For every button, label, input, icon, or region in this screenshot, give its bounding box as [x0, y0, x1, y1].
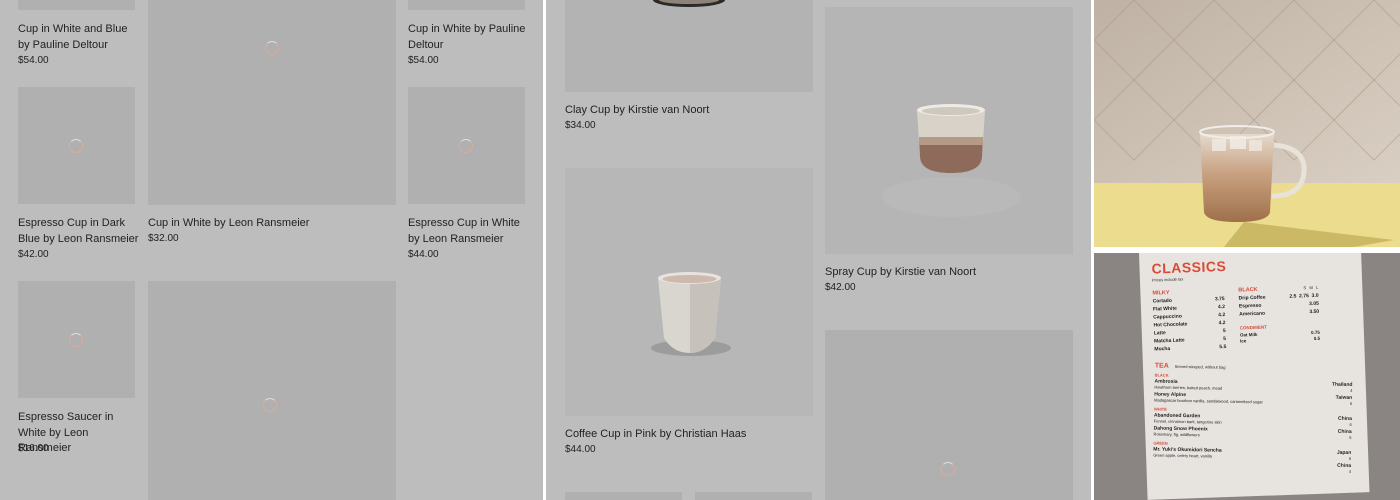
product-title[interactable]: Cup in White and Blue by Pauline Deltour: [18, 22, 138, 53]
menu-section-label: TEA: [1154, 362, 1169, 370]
product-price: $34.00: [565, 120, 596, 131]
product-image[interactable]: [565, 492, 682, 500]
menu-board: CLASSICS Prices include tax MILKY Cortad…: [1139, 253, 1370, 500]
loading-spinner-icon: [459, 139, 473, 153]
menu-section-label: MILKY: [1152, 289, 1170, 297]
product-image[interactable]: [408, 0, 525, 10]
product-title[interactable]: Spray Cup by Kirstie van Noort: [825, 265, 1065, 281]
menu-milky-column: MILKY Cortado 3.75 Flat White 4.2 Cappucci…: [1152, 288, 1227, 353]
loading-spinner-icon: [263, 398, 277, 412]
menu-black-column: BLACK S M L Drip Coffee 2.5 2.75 3.0 Espr…: [1238, 285, 1320, 350]
iced-latte-image: [1094, 0, 1400, 247]
shop-grid-panel-middle: Clay Cup by Kirstie van Noort $34.00 Spr…: [546, 0, 1091, 500]
product-title[interactable]: Cup in White by Leon Ransmeier: [148, 216, 388, 232]
loading-spinner-icon: [941, 462, 955, 476]
product-price: $54.00: [18, 55, 49, 66]
menu-note: Served steeped, without bag: [1174, 363, 1226, 370]
product-price: $32.00: [148, 233, 179, 244]
menu-row: Mocha 5.5: [1154, 344, 1227, 353]
menu-coffee-section: MILKY Cortado 3.75 Flat White 4.2 Cappucci…: [1152, 284, 1352, 353]
product-price: $42.00: [825, 282, 856, 293]
product-image[interactable]: [18, 0, 135, 10]
clay-cup-image: [653, 0, 725, 7]
loading-spinner-icon: [69, 139, 83, 153]
menu-sizes: S M L: [1303, 284, 1319, 291]
coffee-cup-image: [651, 272, 731, 356]
product-image[interactable]: [148, 0, 396, 205]
shop-grid-panel-left: Cup in White and Blue by Pauline Deltour…: [0, 0, 543, 500]
product-price: $44.00: [565, 444, 596, 455]
product-title[interactable]: Cup in White by Pauline Deltour: [408, 22, 528, 53]
product-title[interactable]: Clay Cup by Kirstie van Noort: [565, 103, 805, 119]
menu-row: Matcha Latte 5: [1153, 336, 1227, 345]
menu-section-label: BLACK: [1238, 286, 1258, 294]
spray-cup-image: [881, 104, 1021, 217]
loading-spinner-icon: [265, 41, 279, 55]
product-image[interactable]: [18, 87, 135, 204]
product-price: $42.00: [18, 249, 49, 260]
product-title[interactable]: Espresso Cup in White by Leon Ransmeier: [408, 216, 530, 247]
product-image-spray-cup[interactable]: [825, 7, 1073, 254]
product-price: $16.00: [18, 443, 49, 454]
menu-row: Americano 3.50: [1239, 308, 1320, 318]
photo-panel-right: CLASSICS Prices include tax MILKY Cortad…: [1094, 0, 1400, 500]
product-image[interactable]: [148, 281, 396, 500]
product-image-coffee-cup[interactable]: [565, 168, 813, 416]
cafe-menu-photo: CLASSICS Prices include tax MILKY Cortad…: [1094, 253, 1400, 500]
menu-row: Flat White 4.2: [1152, 304, 1226, 313]
product-image[interactable]: [695, 492, 812, 500]
menu-row: Hot Chocolate 4.2: [1153, 320, 1226, 329]
iced-latte-photo: [1094, 0, 1400, 247]
menu-row: Latte 5: [1153, 328, 1226, 337]
menu-row: Cortado 3.75: [1152, 296, 1225, 305]
product-price: $44.00: [408, 249, 439, 260]
menu-tea-section: TEA Served steeped, without bag BLACK Am…: [1153, 363, 1353, 474]
product-image[interactable]: [18, 281, 135, 398]
product-title[interactable]: Espresso Cup in Dark Blue by Leon Ransme…: [18, 216, 140, 247]
loading-spinner-icon: [69, 333, 83, 347]
product-image-clay-cup[interactable]: [565, 0, 813, 92]
menu-row: Cappuccino 4.2: [1153, 312, 1226, 321]
product-image[interactable]: [408, 87, 525, 204]
product-title[interactable]: Coffee Cup in Pink by Christian Haas: [565, 427, 805, 443]
product-price: $54.00: [408, 55, 439, 66]
product-image[interactable]: [825, 330, 1073, 500]
